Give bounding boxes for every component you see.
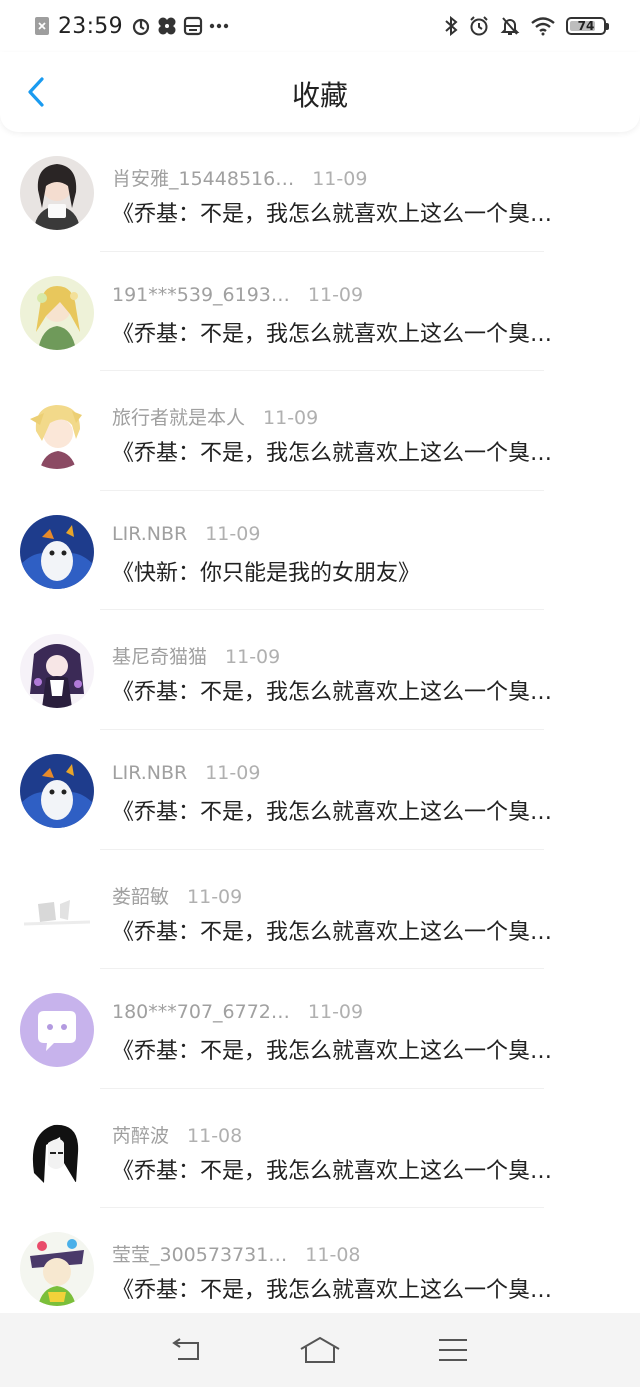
list-item[interactable]: 180***707_6772… 11-09 《乔基：不是，我怎么就喜欢上这么一个… — [0, 969, 640, 1089]
status-left: 23:59 — [34, 12, 229, 40]
item-date: 11-09 — [307, 283, 364, 306]
item-message: 《乔基：不是，我怎么就喜欢上这么一个臭… — [112, 919, 553, 945]
item-date: 11-09 — [312, 168, 368, 190]
item-meta: 基尼奇猫猫 11-09 — [112, 642, 280, 669]
alarm-icon — [468, 15, 490, 37]
item-date: 11-09 — [307, 1001, 364, 1024]
storage-icon — [183, 16, 203, 36]
wifi-icon — [530, 16, 556, 36]
item-meta: LIR.NBR 11-09 — [112, 523, 260, 545]
list-item[interactable]: LIR.NBR 11-09 《快新：你只能是我的女朋友》 — [0, 491, 640, 611]
favorites-list: 肖安雅_15448516… 11-09 《乔基：不是，我怎么就喜欢上这么一个臭…… — [0, 132, 640, 1328]
user-name: 娄韶敏 — [112, 885, 170, 908]
item-meta: 芮醉波 11-08 — [112, 1121, 242, 1148]
avatar — [20, 873, 94, 948]
item-meta: 莹莹_300573731… 11-08 — [112, 1240, 361, 1267]
avatar — [20, 753, 94, 828]
item-meta: 180***707_6772… 11-09 — [112, 1001, 363, 1023]
status-time: 23:59 — [58, 13, 123, 39]
item-date: 11-08 — [187, 1124, 243, 1147]
avatar — [20, 156, 94, 230]
battery-indicator: 74 — [566, 17, 609, 35]
item-date: 11-09 — [205, 522, 261, 545]
battery-level: 74 — [577, 19, 595, 33]
list-item[interactable]: 娄韶敏 11-09 《乔基：不是，我怎么就喜欢上这么一个臭… — [0, 850, 640, 970]
item-message: 《乔基：不是，我怎么就喜欢上这么一个臭… — [112, 799, 553, 825]
item-message: 《乔基：不是，我怎么就喜欢上这么一个臭… — [112, 441, 553, 467]
item-meta: LIR.NBR 11-09 — [112, 762, 260, 784]
home-icon — [300, 1336, 340, 1363]
fan-icon — [157, 16, 177, 36]
avatar — [20, 275, 94, 350]
list-item[interactable]: 芮醉波 11-08 《乔基：不是，我怎么就喜欢上这么一个臭… — [0, 1089, 640, 1209]
item-meta: 191***539_6193… 11-09 — [112, 284, 363, 306]
item-meta: 肖安雅_15448516… 11-09 — [112, 164, 367, 191]
list-item[interactable]: 莹莹_300573731… 11-08 《乔基：不是，我怎么就喜欢上这么一个臭… — [0, 1208, 640, 1328]
user-name: LIR.NBR — [112, 761, 188, 784]
user-name: 基尼奇猫猫 — [112, 646, 208, 669]
user-name: LIR.NBR — [112, 522, 188, 545]
user-name: 肖安雅_15448516… — [112, 168, 295, 190]
nav-back-button[interactable] — [163, 1330, 211, 1370]
user-name: 芮醉波 — [112, 1124, 170, 1147]
item-date: 11-09 — [205, 761, 261, 784]
page-header: 收藏 — [0, 52, 640, 132]
item-message: 《乔基：不是，我怎么就喜欢上这么一个臭… — [112, 1158, 553, 1184]
user-name: 旅行者就是本人 — [112, 407, 246, 430]
menu-icon — [439, 1339, 468, 1361]
avatar — [20, 1112, 94, 1187]
back-arrow-icon — [171, 1338, 199, 1360]
item-meta: 旅行者就是本人 11-09 — [112, 403, 318, 430]
avatar — [20, 514, 94, 589]
user-name: 莹莹_300573731… — [112, 1244, 288, 1267]
list-item[interactable]: 肖安雅_15448516… 11-09 《乔基：不是，我怎么就喜欢上这么一个臭… — [0, 132, 640, 252]
list-item[interactable]: LIR.NBR 11-09 《乔基：不是，我怎么就喜欢上这么一个臭… — [0, 730, 640, 850]
system-nav-bar — [0, 1313, 640, 1387]
avatar — [20, 395, 94, 470]
item-date: 11-09 — [225, 646, 281, 669]
more-dots-icon — [209, 23, 229, 29]
status-bar: 23:59 74 — [0, 0, 640, 52]
list-item[interactable]: 基尼奇猫猫 11-09 《乔基：不是，我怎么就喜欢上这么一个臭… — [0, 610, 640, 730]
nav-menu-button[interactable] — [429, 1330, 477, 1370]
item-message: 《乔基：不是，我怎么就喜欢上这么一个臭… — [112, 680, 553, 706]
app-notification-icon — [131, 16, 151, 36]
item-meta: 娄韶敏 11-09 — [112, 882, 242, 909]
bluetooth-icon — [444, 16, 458, 36]
user-name: 191***539_6193… — [112, 283, 290, 306]
item-date: 11-09 — [187, 885, 243, 908]
avatar — [20, 1232, 94, 1307]
item-date: 11-08 — [305, 1244, 361, 1267]
item-date: 11-09 — [263, 407, 319, 430]
user-name: 180***707_6772… — [112, 1001, 290, 1024]
item-message: 《乔基：不是，我怎么就喜欢上这么一个臭… — [112, 321, 553, 347]
mute-icon — [500, 15, 520, 37]
page-title: 收藏 — [291, 79, 348, 112]
list-item[interactable]: 旅行者就是本人 11-09 《乔基：不是，我怎么就喜欢上这么一个臭… — [0, 371, 640, 491]
status-right: 74 — [444, 12, 609, 40]
item-message: 《乔基：不是，我怎么就喜欢上这么一个臭… — [112, 1278, 553, 1304]
item-message: 《乔基：不是，我怎么就喜欢上这么一个臭… — [112, 202, 553, 227]
item-message: 《乔基：不是，我怎么就喜欢上这么一个臭… — [112, 1039, 553, 1065]
nav-home-button[interactable] — [296, 1330, 344, 1370]
avatar — [20, 634, 94, 709]
sim-off-icon — [34, 16, 50, 36]
item-message: 《快新：你只能是我的女朋友》 — [112, 560, 421, 586]
list-item[interactable]: 191***539_6193… 11-09 《乔基：不是，我怎么就喜欢上这么一个… — [0, 252, 640, 372]
avatar — [20, 993, 94, 1068]
